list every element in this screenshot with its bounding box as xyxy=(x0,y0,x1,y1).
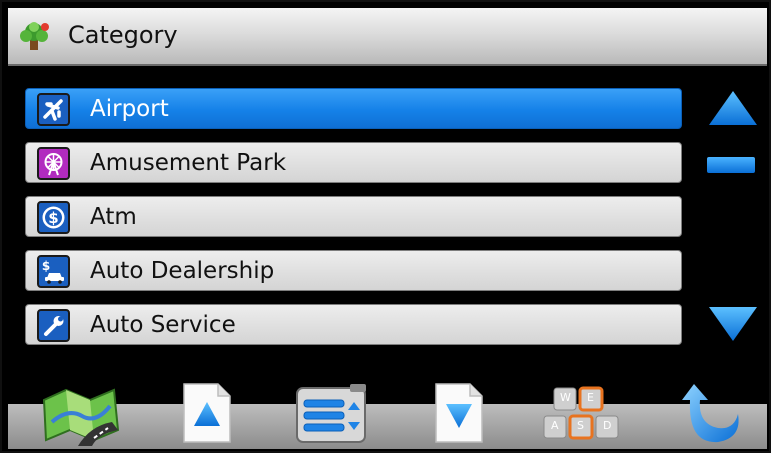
keyboard-icon[interactable]: W E A S D xyxy=(542,386,622,444)
map-icon[interactable] xyxy=(38,382,122,446)
car-dealer-icon: $ xyxy=(37,255,70,288)
list-item-amusement-park[interactable]: Amusement Park xyxy=(25,142,682,183)
dollar-coin-icon: $ xyxy=(37,201,70,234)
svg-text:$: $ xyxy=(42,259,50,273)
airplane-icon xyxy=(37,93,70,126)
list-item-auto-service[interactable]: Auto Service xyxy=(25,304,682,345)
screen-frame: Category Airport Amusement Park $ Atm $ … xyxy=(0,0,771,453)
list-view-icon[interactable] xyxy=(294,384,368,446)
list-item-label: Atm xyxy=(90,204,137,230)
list-item-label: Auto Dealership xyxy=(90,258,275,284)
list-item-auto-dealership[interactable]: $ Auto Dealership xyxy=(25,250,682,291)
keyboard-keys-graphic xyxy=(543,386,619,440)
header-bar: Category xyxy=(8,8,767,66)
scroll-down-button[interactable] xyxy=(708,306,758,342)
page-down-icon[interactable] xyxy=(434,382,484,444)
page-up-icon[interactable] xyxy=(182,382,232,444)
list-item-label: Auto Service xyxy=(90,312,236,338)
list-item-label: Amusement Park xyxy=(90,150,287,176)
category-tree-icon xyxy=(20,22,49,50)
key-w-label: W xyxy=(560,391,571,404)
back-arrow-icon[interactable] xyxy=(680,380,744,446)
list-item-atm[interactable]: $ Atm xyxy=(25,196,682,237)
svg-text:$: $ xyxy=(48,209,58,227)
page-title: Category xyxy=(68,21,178,49)
list-item-airport[interactable]: Airport xyxy=(25,88,682,129)
key-a-label: A xyxy=(551,419,559,432)
scrollbar-thumb[interactable] xyxy=(707,157,755,173)
key-e-label: E xyxy=(587,391,594,404)
ferris-wheel-icon xyxy=(37,147,70,180)
list-item-label: Airport xyxy=(90,96,169,122)
scroll-up-button[interactable] xyxy=(708,90,758,126)
wrench-icon xyxy=(37,309,70,342)
key-s-label: S xyxy=(577,419,584,432)
navigation-device-screen: Category Airport Amusement Park $ Atm $ … xyxy=(8,8,767,449)
key-d-label: D xyxy=(603,419,612,432)
